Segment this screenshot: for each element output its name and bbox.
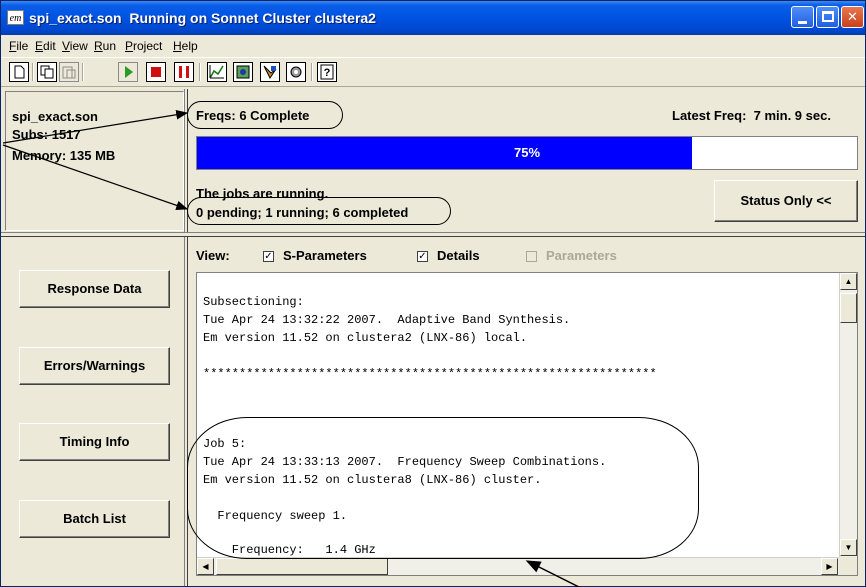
- freqs-complete: Freqs: 6 Complete: [196, 108, 310, 123]
- toolbar-separator: [311, 63, 313, 81]
- status-only-button[interactable]: Status Only <<: [714, 180, 858, 222]
- vertical-splitter[interactable]: [184, 89, 188, 586]
- latest-freq-time: Latest Freq: 7 min. 9 sec.: [672, 108, 831, 123]
- project-filename: spi_exact.son: [12, 109, 98, 124]
- toolbar-separator: [32, 63, 34, 81]
- paste-icon: [62, 66, 76, 79]
- horizontal-scroll-thumb[interactable]: [216, 558, 388, 575]
- log-line: Job 5:: [203, 437, 247, 451]
- run-icon: [125, 66, 133, 78]
- close-icon: ✕: [847, 9, 858, 24]
- log-output[interactable]: Subsectioning: Tue Apr 24 13:32:22 2007.…: [196, 272, 858, 576]
- menu-edit[interactable]: Edit: [35, 39, 56, 53]
- scroll-right-button[interactable]: ▶: [821, 558, 838, 575]
- horizontal-scrollbar[interactable]: ◀ ▶: [197, 557, 839, 575]
- arrow-up-icon: ▲: [844, 277, 853, 286]
- stop-icon: [151, 67, 161, 77]
- settings-button[interactable]: [286, 62, 306, 82]
- minimize-icon: [798, 21, 807, 24]
- response-data-button[interactable]: Response Data: [19, 270, 170, 308]
- toolbar-separator: [82, 63, 84, 81]
- timing-info-button[interactable]: Timing Info: [19, 423, 170, 461]
- parameters-checkbox[interactable]: [526, 251, 537, 262]
- current-icon: [236, 65, 250, 79]
- current-density-button[interactable]: [233, 62, 253, 82]
- horizontal-splitter[interactable]: [1, 232, 865, 237]
- pause-button[interactable]: [174, 62, 194, 82]
- new-button[interactable]: [9, 62, 29, 82]
- errors-warnings-button[interactable]: Errors/Warnings: [19, 347, 170, 385]
- log-line: Em version 11.52 on clustera8 (LNX-86) c…: [203, 473, 542, 487]
- vertical-scroll-thumb[interactable]: [840, 293, 857, 323]
- memory-usage: Memory: 135 MB: [12, 148, 116, 163]
- menu-file[interactable]: File: [9, 39, 28, 53]
- stop-button[interactable]: [146, 62, 166, 82]
- scrollbar-corner: [839, 557, 857, 575]
- title-bar[interactable]: em spi_exact.son Running on Sonnet Clust…: [1, 1, 865, 35]
- run-button[interactable]: [118, 62, 138, 82]
- maximize-button[interactable]: [816, 6, 839, 28]
- log-line: ****************************************…: [203, 367, 657, 381]
- settings-icon: [290, 66, 302, 78]
- maximize-icon: [822, 11, 834, 22]
- response-viewer-button[interactable]: [207, 62, 227, 82]
- menu-view[interactable]: View: [62, 39, 88, 53]
- window-title: spi_exact.son Running on Sonnet Cluster …: [29, 10, 376, 26]
- response-icon: [209, 65, 224, 79]
- log-line: Tue Apr 24 13:32:22 2007. Adaptive Band …: [203, 313, 571, 327]
- log-line: Tue Apr 24 13:33:13 2007. Frequency Swee…: [203, 455, 607, 469]
- toolbar: ?: [1, 57, 865, 87]
- vertical-scrollbar[interactable]: ▲ ▼: [839, 273, 857, 557]
- new-icon: [14, 65, 25, 79]
- progress-bar: 75%: [196, 136, 858, 170]
- batch-list-button[interactable]: Batch List: [19, 500, 170, 538]
- details-label[interactable]: Details: [437, 248, 480, 263]
- check-icon: ✓: [264, 251, 273, 262]
- toolbar-separator: [199, 63, 201, 81]
- paste-button[interactable]: [59, 62, 79, 82]
- jobs-state: The jobs are running.: [196, 186, 329, 201]
- close-button[interactable]: ✕: [841, 6, 864, 28]
- svg-text:?: ?: [324, 67, 331, 79]
- pause-icon: [179, 66, 189, 78]
- scroll-up-button[interactable]: ▲: [840, 273, 857, 290]
- subs-count: Subs: 1517: [12, 127, 81, 142]
- progress-label: 75%: [513, 145, 541, 160]
- s-parameters-checkbox[interactable]: ✓: [263, 251, 274, 262]
- check-icon: ✓: [418, 251, 427, 262]
- scroll-left-button[interactable]: ◀: [197, 558, 214, 575]
- parameters-label: Parameters: [546, 248, 617, 263]
- log-line: Frequency sweep 1.: [203, 509, 348, 523]
- menu-run[interactable]: Run: [94, 39, 116, 53]
- menu-help[interactable]: Help: [173, 39, 198, 53]
- copy-icon: [40, 65, 54, 79]
- layout-icon: [263, 65, 277, 79]
- log-line: Subsectioning:: [203, 295, 304, 309]
- view-label: View:: [196, 248, 230, 263]
- scroll-down-button[interactable]: ▼: [840, 539, 857, 556]
- menu-project[interactable]: Project: [125, 39, 162, 53]
- help-button[interactable]: ?: [317, 62, 337, 82]
- jobs-counts: 0 pending; 1 running; 6 completed: [196, 205, 409, 220]
- details-checkbox[interactable]: ✓: [417, 251, 428, 262]
- log-line: Em version 11.52 on clustera2 (LNX-86) l…: [203, 331, 528, 345]
- arrow-down-icon: ▼: [844, 543, 853, 552]
- log-line: Frequency: 1.4 GHz: [203, 543, 376, 557]
- help-icon: ?: [320, 64, 334, 80]
- s-parameters-label[interactable]: S-Parameters: [283, 248, 367, 263]
- sonnet-job-monitor-window: em spi_exact.son Running on Sonnet Clust…: [0, 0, 866, 587]
- minimize-button[interactable]: [791, 6, 814, 28]
- arrow-left-icon: ◀: [202, 562, 209, 571]
- menu-bar: File Edit View Run Project Help: [1, 36, 865, 56]
- info-panel: spi_exact.son Subs: 1517 Memory: 135 MB: [5, 91, 184, 231]
- app-icon: em: [7, 10, 24, 25]
- arrow-right-icon: ▶: [826, 562, 833, 571]
- layout-button[interactable]: [260, 62, 280, 82]
- copy-button[interactable]: [37, 62, 57, 82]
